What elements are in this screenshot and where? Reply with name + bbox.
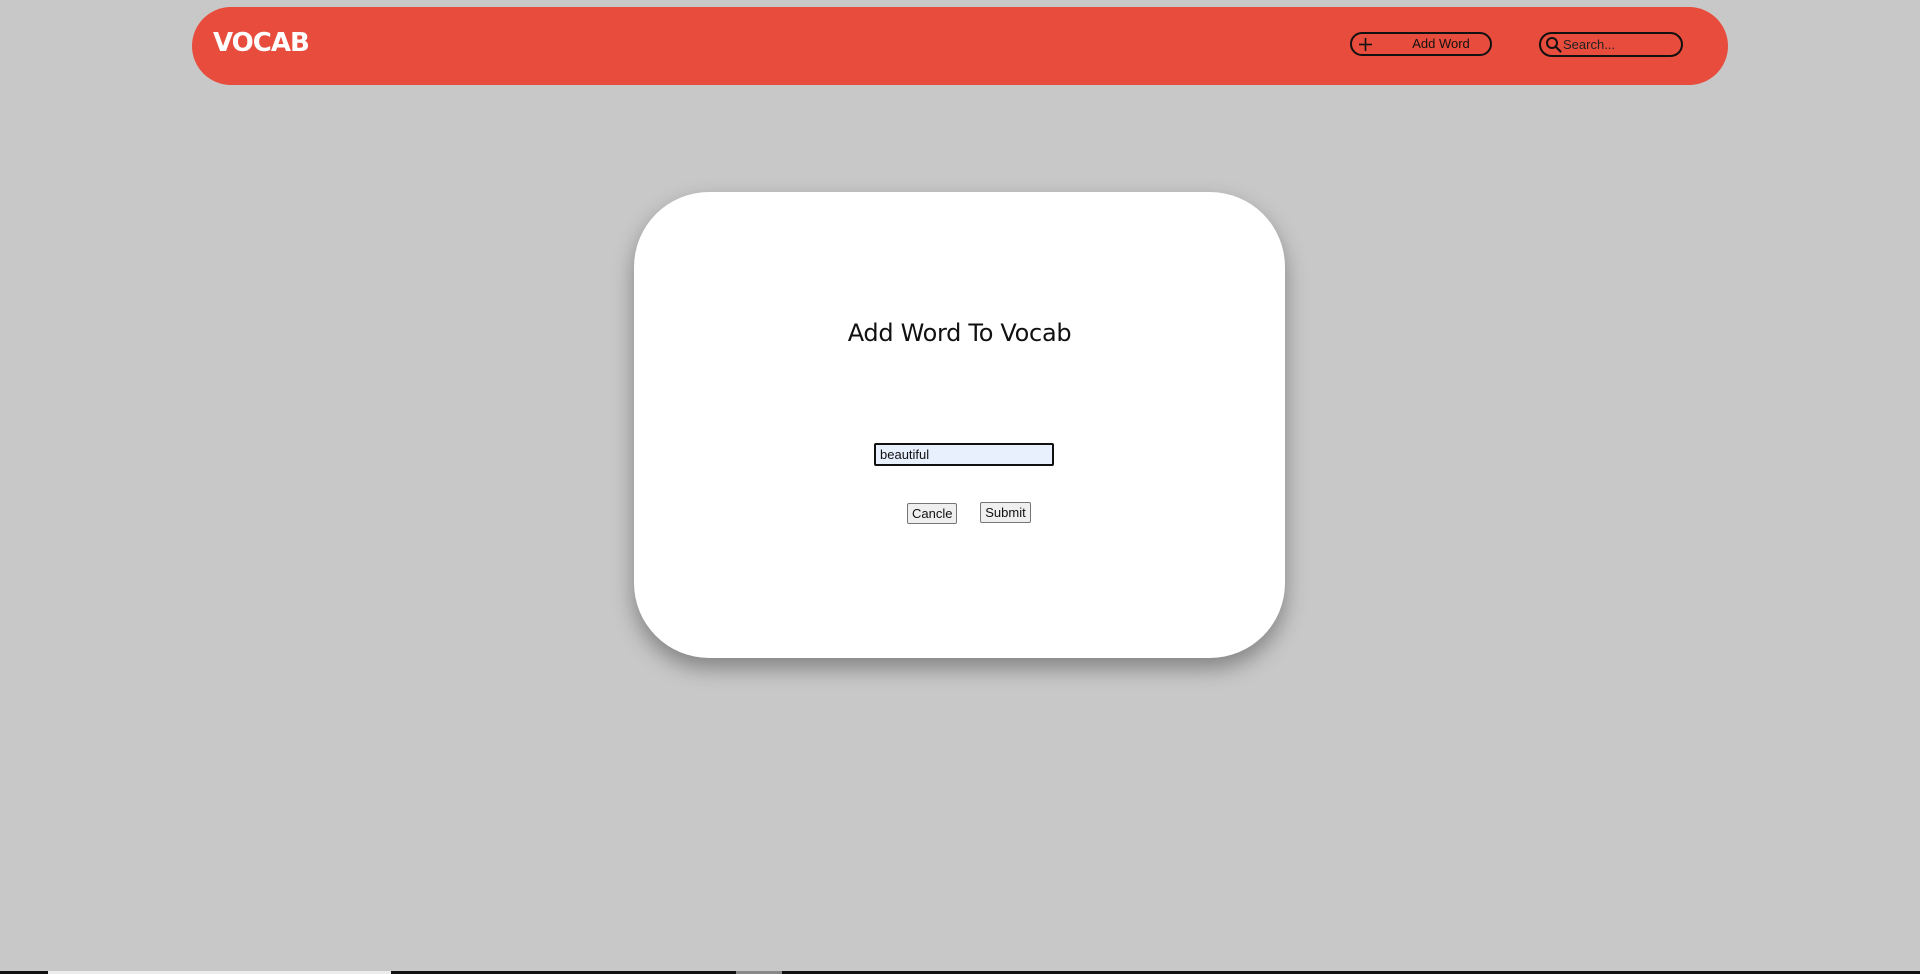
- word-input[interactable]: [874, 443, 1054, 466]
- submit-button[interactable]: Submit: [980, 502, 1031, 523]
- modal-title: Add Word To Vocab: [847, 319, 1072, 347]
- search-input[interactable]: [1563, 35, 1673, 53]
- search-icon: [1546, 37, 1562, 53]
- search-box[interactable]: [1539, 32, 1683, 57]
- navbar: VOCAB Add Word: [192, 7, 1728, 85]
- cancel-button[interactable]: Cancle: [907, 503, 957, 524]
- app-logo[interactable]: VOCAB: [213, 30, 310, 56]
- add-word-modal: Add Word To Vocab Cancle Submit: [634, 192, 1285, 658]
- add-word-label: Add Word: [1412, 36, 1470, 51]
- add-word-button[interactable]: Add Word: [1350, 32, 1492, 56]
